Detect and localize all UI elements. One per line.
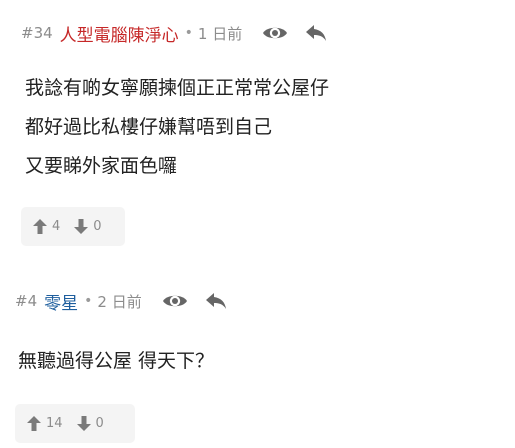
meta-separator: • xyxy=(184,25,193,41)
upvote-button[interactable]: 14 xyxy=(27,416,63,431)
post-content: 無聽過得公屋 得天下？ xyxy=(18,342,214,381)
eye-icon[interactable] xyxy=(262,22,288,44)
meta-separator: • xyxy=(84,293,93,309)
post-meta: #34 人型電腦陳淨心 • 1 日前 xyxy=(21,19,327,47)
vote-bar: 14 0 xyxy=(15,404,135,443)
arrow-up-icon xyxy=(33,219,47,234)
upvote-count: 4 xyxy=(52,219,61,234)
downvote-button[interactable]: 0 xyxy=(76,416,104,431)
arrow-down-icon xyxy=(74,219,89,234)
content-line: 我諗有啲女寧願揀個正正常常公屋仔 xyxy=(25,77,330,99)
reply-arrow-icon[interactable] xyxy=(205,290,227,312)
downvote-count: 0 xyxy=(93,219,102,234)
content-line: 又要睇外家面色囉 xyxy=(25,155,178,177)
post-time: 2 日前 xyxy=(97,292,142,311)
reply-arrow-icon[interactable] xyxy=(305,22,327,44)
floor-number: #34 xyxy=(21,24,53,42)
upvote-count: 14 xyxy=(46,416,63,431)
content-line: 都好過比私樓仔嫌幫唔到自己 xyxy=(25,116,273,138)
floor-number: #4 xyxy=(15,292,38,310)
author-name[interactable]: 人型電腦陳淨心 xyxy=(60,21,179,46)
arrow-down-icon xyxy=(76,416,91,431)
post-meta: #4 零星 • 2 日前 xyxy=(15,287,227,315)
upvote-button[interactable]: 4 xyxy=(33,219,60,234)
downvote-count: 0 xyxy=(95,416,104,431)
post-time: 1 日前 xyxy=(197,24,243,43)
author-name[interactable]: 零星 xyxy=(44,289,78,314)
arrow-up-icon xyxy=(27,416,41,431)
downvote-button[interactable]: 0 xyxy=(74,219,102,234)
content-line: 無聽過得公屋 得天下？ xyxy=(18,350,215,372)
post-content: 我諗有啲女寧願揀個正正常常公屋仔 都好過比私樓仔嫌幫唔到自己 又要睇外家面色囉 xyxy=(25,69,329,186)
eye-icon[interactable] xyxy=(162,290,188,312)
vote-bar: 4 0 xyxy=(21,207,125,246)
